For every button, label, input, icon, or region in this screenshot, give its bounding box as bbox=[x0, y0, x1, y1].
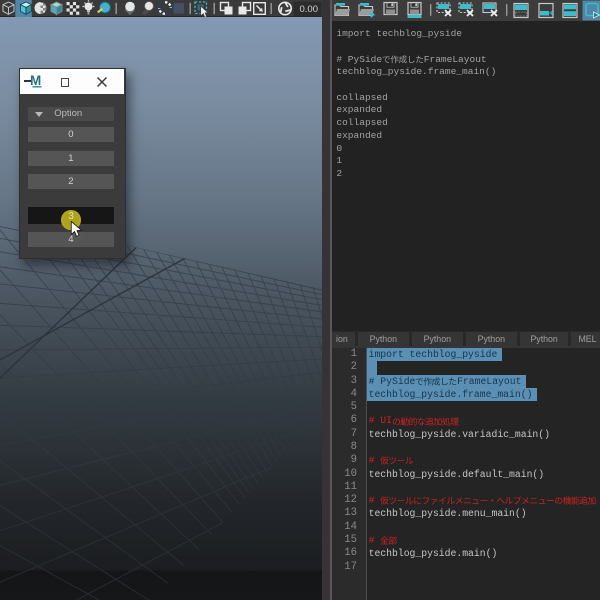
svg-text:0.00: 0.00 bbox=[300, 4, 319, 15]
svg-text:M: M bbox=[30, 73, 41, 88]
